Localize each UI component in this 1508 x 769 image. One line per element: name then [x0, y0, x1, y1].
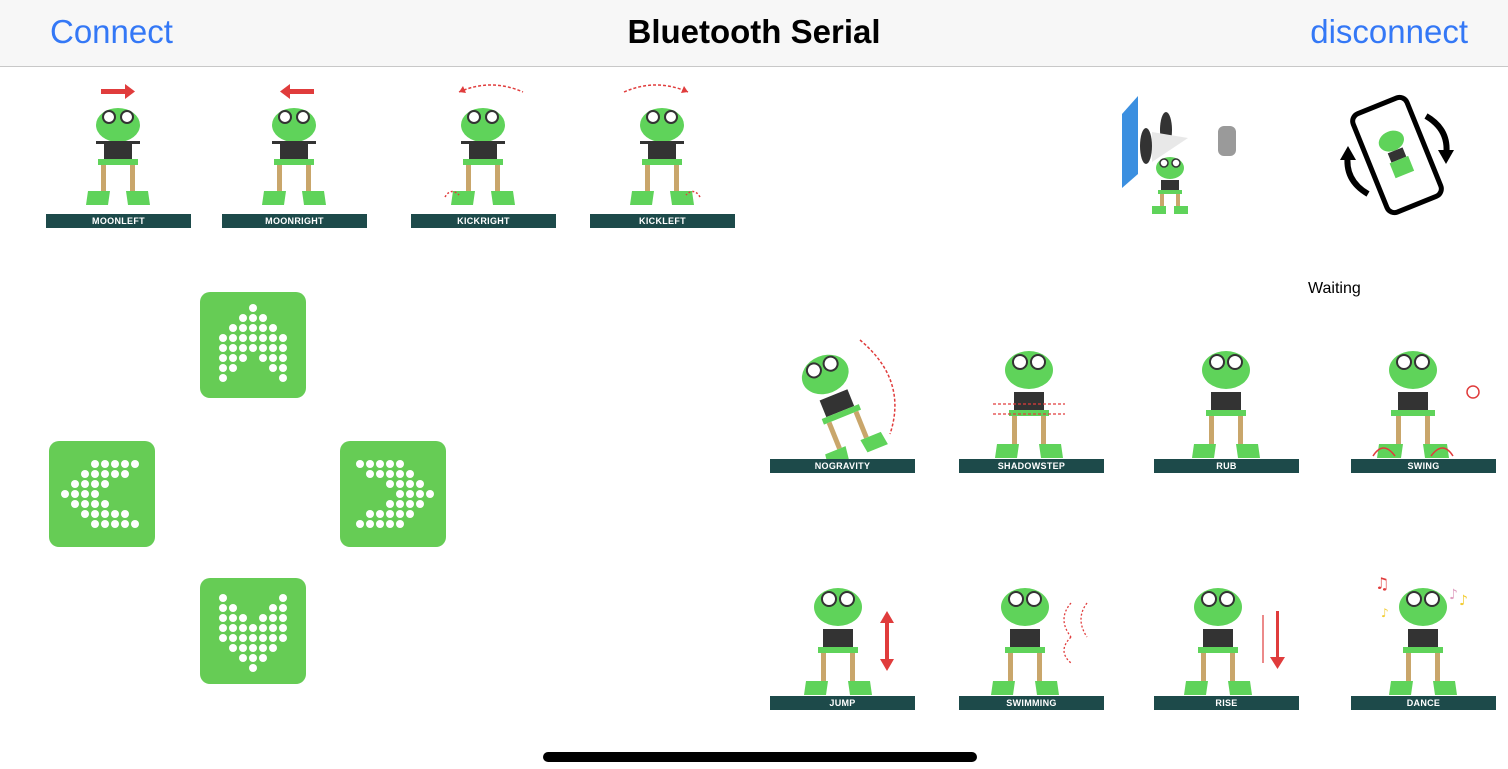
frog-robot-icon	[86, 84, 150, 205]
avoid-mode-button[interactable]	[1118, 92, 1248, 218]
move-label: DANCE	[1351, 696, 1496, 710]
move-label: JUMP	[770, 696, 915, 710]
tilt-mode-button[interactable]	[1338, 94, 1456, 216]
ultrasonic-avoid-icon	[1122, 96, 1236, 214]
move-jump-button[interactable]: JUMP	[770, 563, 915, 710]
arrow-left-icon	[280, 84, 314, 99]
move-label: MOONLEFT	[46, 214, 191, 228]
move-label: RUB	[1154, 459, 1299, 473]
frog-robot-icon	[991, 588, 1088, 695]
svg-text:♪: ♪	[1381, 606, 1389, 620]
page-title: Bluetooth Serial	[627, 13, 881, 50]
arrow-right-icon	[356, 460, 434, 528]
move-kickleft-button[interactable]: KICKLEFT	[590, 80, 735, 228]
arrow-left-icon	[61, 460, 139, 528]
svg-text:♫: ♫	[1375, 574, 1389, 593]
move-shadowstep-button[interactable]: SHADOWSTEP	[959, 326, 1104, 473]
frog-robot-icon	[993, 351, 1065, 458]
move-label: SWING	[1351, 459, 1496, 473]
frog-robot-icon: ♫ ♪ ♪ ♪	[1375, 574, 1468, 695]
frog-robot-icon	[1192, 351, 1260, 458]
connect-button[interactable]: Connect	[50, 13, 173, 51]
move-moonleft-button[interactable]: MOONLEFT	[46, 80, 191, 228]
dpad-down-button[interactable]	[200, 578, 306, 684]
phone-rotate-icon	[1340, 94, 1454, 216]
move-label: NOGRAVITY	[770, 459, 915, 473]
dpad-right-button[interactable]	[340, 441, 446, 547]
dpad-left-button[interactable]	[49, 441, 155, 547]
move-label: KICKLEFT	[590, 214, 735, 228]
move-swimming-button[interactable]: SWIMMING	[959, 563, 1104, 710]
move-moonright-button[interactable]: MOONRIGHT	[222, 80, 367, 228]
arrow-right-icon	[101, 84, 135, 99]
move-dance-button[interactable]: ♫ ♪ ♪ ♪ DANCE	[1351, 563, 1496, 710]
frog-robot-icon	[801, 339, 896, 459]
move-rub-button[interactable]: RUB	[1154, 326, 1299, 473]
arc-arrow-icon	[623, 84, 689, 93]
move-rise-button[interactable]: RISE	[1154, 563, 1299, 710]
frog-robot-icon	[444, 84, 524, 205]
move-kickright-button[interactable]: KICKRIGHT	[411, 80, 556, 228]
move-label: SWIMMING	[959, 696, 1104, 710]
navigation-bar: Bluetooth Serial Connect disconnect	[0, 0, 1508, 67]
frog-robot-icon	[1184, 588, 1285, 695]
move-label: KICKRIGHT	[411, 214, 556, 228]
arc-arrow-icon	[458, 84, 524, 93]
up-down-arrow-icon	[880, 611, 894, 671]
frog-robot-icon	[262, 84, 326, 205]
status-label: Waiting	[1308, 280, 1361, 297]
arrow-down-icon	[219, 594, 287, 672]
move-label: MOONRIGHT	[222, 214, 367, 228]
svg-text:♪: ♪	[1459, 593, 1468, 609]
move-label: RISE	[1154, 696, 1299, 710]
frog-robot-icon	[1372, 351, 1480, 458]
arrow-up-icon	[219, 304, 287, 382]
move-label: SHADOWSTEP	[959, 459, 1104, 473]
home-indicator[interactable]	[543, 752, 977, 762]
dpad-up-button[interactable]	[200, 292, 306, 398]
frog-robot-icon	[623, 84, 701, 205]
move-swing-button[interactable]: SWING	[1351, 326, 1496, 473]
disconnect-button[interactable]: disconnect	[1310, 13, 1468, 51]
svg-text:♪: ♪	[1449, 587, 1458, 603]
move-nogravity-button[interactable]: NOGRAVITY	[770, 326, 915, 473]
frog-robot-icon	[804, 588, 894, 695]
down-arrow-icon	[1262, 611, 1285, 669]
